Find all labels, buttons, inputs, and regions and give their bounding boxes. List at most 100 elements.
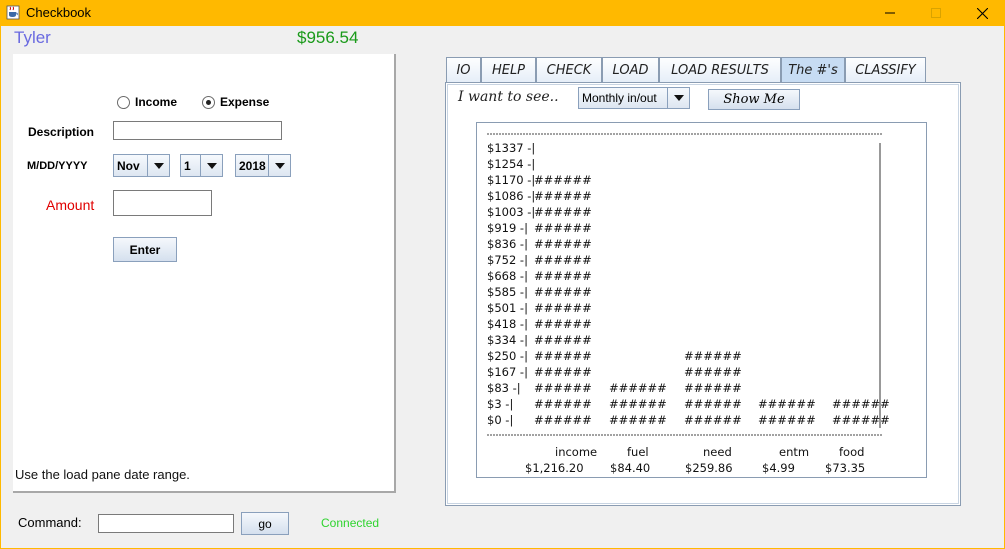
ascii-bar-chart: $1337 -| $1254 -| $1170 -| $1086 -| $1003 -|… <box>487 133 890 475</box>
expense-radio[interactable]: Expense <box>202 95 269 109</box>
y-tick-label: $167 -| <box>487 365 528 379</box>
command-label: Command: <box>18 515 82 530</box>
minimize-icon <box>885 12 895 14</box>
user-name: Tyler <box>14 28 51 47</box>
bar-segment-income: ###### <box>534 269 592 283</box>
y-tick-label: $83 -| <box>487 381 521 395</box>
view-select-value: Monthly in/out <box>582 91 657 105</box>
amount-label-need: $259.86 <box>685 461 733 475</box>
amount-field[interactable] <box>113 190 212 216</box>
y-tick-label: $418 -| <box>487 317 528 331</box>
category-label-need: need <box>703 445 732 459</box>
bar-segment-income: ###### <box>534 173 592 187</box>
radio-circle-selected[interactable] <box>202 95 215 109</box>
y-tick-label: $0 -| <box>487 413 513 427</box>
monthly-chart-panel: $1337 -| $1254 -| $1170 -| $1086 -| $1003 -|… <box>476 122 927 478</box>
maximize-button[interactable] <box>913 0 959 26</box>
income-radio-label: Income <box>135 95 178 109</box>
bar-segment-income: ###### <box>534 301 592 315</box>
show-me-button[interactable]: Show Me <box>708 89 800 110</box>
year-value: 2018 <box>239 158 266 173</box>
bar-segment-food: ###### <box>832 413 890 427</box>
bar-segment-income: ###### <box>534 205 592 219</box>
y-tick-label: $585 -| <box>487 285 528 299</box>
chevron-down-icon[interactable] <box>667 88 689 108</box>
title-bar <box>0 0 1005 26</box>
bar-segment-entm: ###### <box>758 413 816 427</box>
bar-segment-fuel: ###### <box>609 397 667 411</box>
bar-segment-income: ###### <box>534 253 592 267</box>
chevron-down-icon[interactable] <box>200 155 222 176</box>
bar-segment-fuel: ###### <box>609 381 667 395</box>
maximize-icon <box>931 8 941 18</box>
bar-segment-income: ###### <box>534 317 592 331</box>
balance-amount: $956.54 <box>297 28 359 47</box>
y-tick-label: $1003 -| <box>487 205 535 219</box>
y-tick-label: $752 -| <box>487 253 528 267</box>
year-select[interactable]: 2018 <box>235 154 291 177</box>
bar-segment-need: ###### <box>684 365 742 379</box>
y-tick-label: $668 -| <box>487 269 528 283</box>
chevron-down-icon[interactable] <box>147 155 169 176</box>
bar-segment-income: ###### <box>534 333 592 347</box>
category-label-entm: entm <box>779 445 809 459</box>
close-icon <box>976 7 988 19</box>
tab-classify[interactable]: CLASSIFY <box>845 57 926 82</box>
description-label: Description <box>28 125 95 139</box>
window-border-left <box>0 26 1 549</box>
tab-check[interactable]: CHECK <box>536 57 602 82</box>
bar-segment-income: ###### <box>534 413 592 427</box>
amount-label-fuel: $84.40 <box>610 461 650 475</box>
go-button[interactable]: go <box>241 512 289 535</box>
bar-segment-food: ###### <box>832 397 890 411</box>
tab-help[interactable]: HELP <box>481 57 536 82</box>
month-value: Nov <box>117 158 140 173</box>
radio-circle[interactable] <box>117 95 130 109</box>
income-radio[interactable]: Income <box>117 95 177 109</box>
tab-numbers[interactable]: The #'s <box>781 57 845 83</box>
enter-button[interactable]: Enter <box>113 237 177 262</box>
y-tick-label: $836 -| <box>487 237 528 251</box>
connection-status: Connected <box>321 516 380 530</box>
day-select[interactable]: 1 <box>180 154 223 177</box>
amount-label-entm: $4.99 <box>762 461 795 475</box>
bar-segment-income: ###### <box>534 237 592 251</box>
amount-label-food: $73.35 <box>825 461 865 475</box>
bar-segment-income: ###### <box>534 221 592 235</box>
y-tick-label: $1086 -| <box>487 189 535 203</box>
minimize-button[interactable] <box>867 0 913 26</box>
amount-label-income: $1,216.20 <box>525 461 584 475</box>
y-tick-label: $3 -| <box>487 397 513 411</box>
y-tick-label: $919 -| <box>487 221 528 235</box>
java-cup-icon <box>6 5 20 20</box>
y-tick-label: $334 -| <box>487 333 528 347</box>
bar-segment-need: ###### <box>684 349 742 363</box>
y-tick-label: $1254 -| <box>487 157 535 171</box>
tab-load-results[interactable]: LOAD RESULTS <box>659 57 781 82</box>
bar-segment-income: ###### <box>534 381 592 395</box>
y-tick-label: $1170 -| <box>487 173 535 187</box>
chevron-down-icon[interactable] <box>268 155 290 176</box>
bar-segment-need: ###### <box>684 397 742 411</box>
radio-selected-dot <box>206 99 211 105</box>
bar-segment-income: ###### <box>534 365 592 379</box>
bar-segment-need: ###### <box>684 413 742 427</box>
tab-load[interactable]: LOAD <box>602 57 659 82</box>
bar-segment-need: ###### <box>684 381 742 395</box>
month-select[interactable]: Nov <box>113 154 170 177</box>
bar-segment-fuel: ###### <box>609 413 667 427</box>
day-value: 1 <box>184 158 191 173</box>
category-label-income: income <box>555 445 597 459</box>
close-button[interactable] <box>959 0 1005 26</box>
view-select[interactable]: Monthly in/out <box>578 87 690 109</box>
y-tick-label: $1337 -| <box>487 141 535 155</box>
expense-radio-label: Expense <box>220 95 270 109</box>
date-range-hint: Use the load pane date range. <box>15 467 190 482</box>
description-field[interactable] <box>113 121 282 140</box>
command-input[interactable] <box>98 514 234 533</box>
bar-segment-income: ###### <box>534 349 592 363</box>
bar-segment-entm: ###### <box>758 397 816 411</box>
category-label-fuel: fuel <box>627 445 649 459</box>
bar-segment-income: ###### <box>534 189 592 203</box>
tab-io[interactable]: IO <box>446 57 481 82</box>
